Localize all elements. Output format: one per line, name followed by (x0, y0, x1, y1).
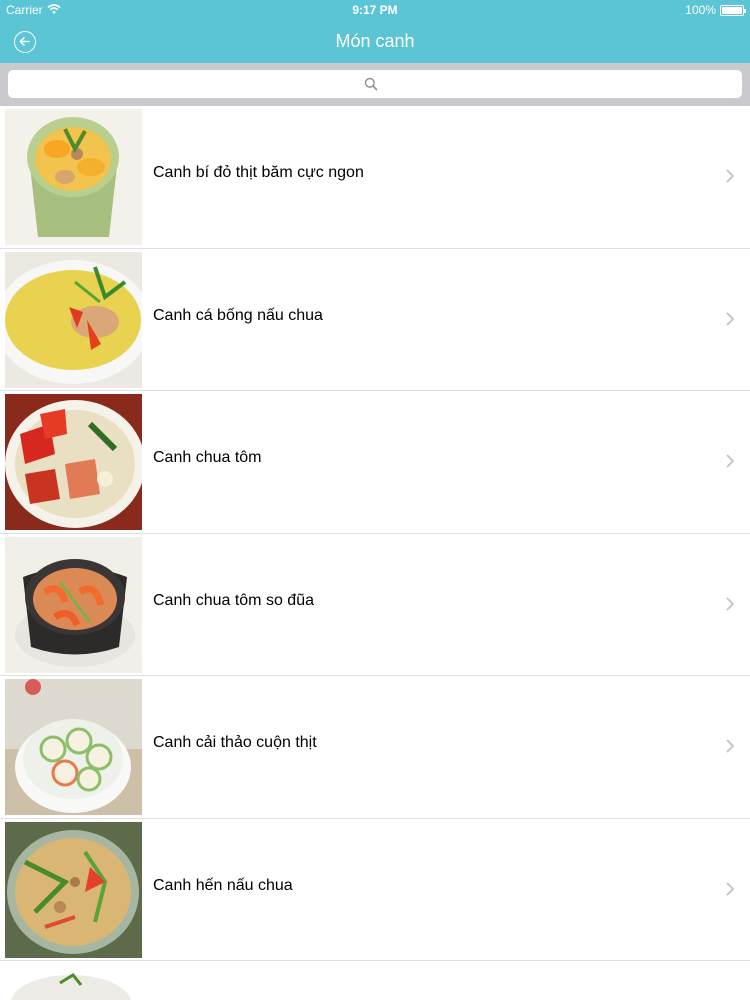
recipe-list: Canh bí đỏ thịt băm cực ngon Canh cá bốn… (0, 106, 750, 961)
dish-thumbnail (5, 821, 142, 958)
status-bar: Carrier 9:17 PM 100% (0, 0, 750, 20)
list-item[interactable]: Canh cá bống nấu chua (0, 248, 750, 391)
list-item[interactable]: Canh cải thảo cuộn thịt (0, 676, 750, 819)
battery-percent: 100% (685, 3, 716, 17)
dish-thumbnail (5, 394, 142, 530)
search-bar (0, 63, 750, 106)
list-item-label: Canh cải thảo cuộn thịt (153, 734, 317, 751)
chevron-right-icon (726, 881, 735, 901)
list-item-label: Canh chua tôm (153, 449, 262, 466)
list-item[interactable]: Canh bí đỏ thịt băm cực ngon (0, 106, 750, 249)
chevron-right-icon (726, 596, 735, 616)
list-item-partial[interactable] (0, 961, 750, 1000)
list-item[interactable]: Canh chua tôm so đũa (0, 533, 750, 676)
list-item[interactable]: Canh hến nấu chua (0, 818, 750, 961)
page-title: Món canh (335, 31, 415, 51)
dish-thumbnail (5, 679, 142, 815)
battery-icon (720, 4, 746, 16)
chevron-right-icon (726, 169, 735, 188)
dish-thumbnail (5, 536, 142, 673)
chevron-right-icon (726, 454, 735, 473)
dish-thumbnail (5, 971, 142, 1000)
status-time: 9:17 PM (352, 3, 398, 17)
dish-thumbnail (5, 251, 142, 388)
list-item-label: Canh cá bống nấu chua (153, 306, 323, 324)
dish-thumbnail (5, 109, 142, 245)
list-item[interactable]: Canh chua tôm (0, 391, 750, 534)
search-icon (364, 77, 378, 96)
chevron-right-icon (726, 311, 735, 331)
list-item-label: Canh chua tôm so đũa (153, 591, 314, 609)
list-item-label: Canh bí đỏ thịt băm cực ngon (153, 164, 364, 181)
list-item-label: Canh hến nấu chua (153, 876, 293, 894)
chevron-right-icon (726, 739, 735, 758)
status-right: 100% (685, 3, 746, 17)
nav-bar: Món canh (0, 20, 750, 63)
